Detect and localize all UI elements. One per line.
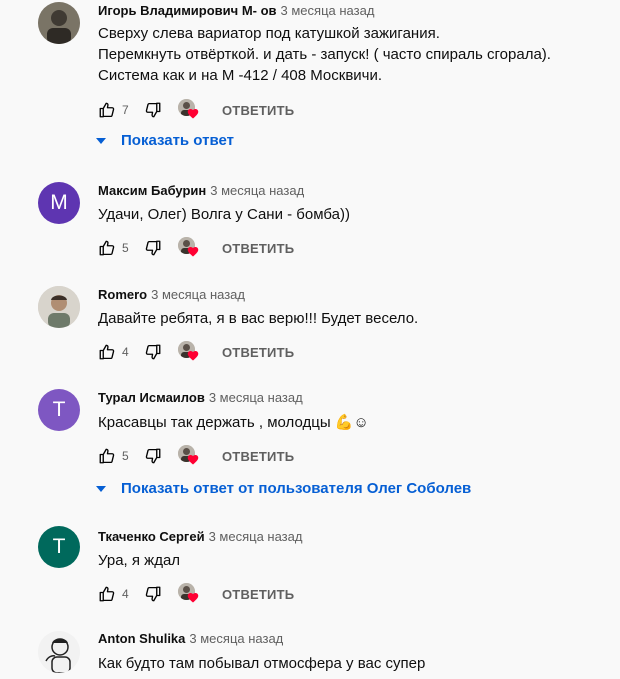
timestamp[interactable]: 3 месяца назад: [151, 287, 245, 302]
show-replies-button[interactable]: Показать ответ от пользователя Олег Собо…: [96, 480, 471, 497]
avatar-photo: [38, 286, 80, 328]
like-count: 5: [122, 241, 129, 255]
author-name[interactable]: Ткаченко Сергей: [98, 529, 205, 544]
comment-text: Красавцы так держать , молодцы 💪☺: [98, 412, 369, 433]
comment-line: Как будто там побывал отмосфера у вас су…: [98, 655, 426, 672]
thumb-up-icon[interactable]: [98, 239, 116, 257]
comment-header: Максим Бабурин 3 месяца назад: [98, 183, 304, 198]
like-count: 5: [122, 449, 129, 463]
comment-line: Ура, я ждал: [98, 552, 181, 569]
comment-actions: 5 ОТВЕТИТЬ: [98, 444, 294, 468]
author-name[interactable]: Игорь Владимирович М- ов: [98, 3, 277, 18]
like-count: 4: [122, 587, 129, 601]
comment-header: Игорь Владимирович М- ов 3 месяца назад: [98, 3, 374, 18]
timestamp[interactable]: 3 месяца назад: [189, 631, 283, 646]
comment-text: Ура, я ждал: [98, 550, 180, 571]
comment-header: Ткаченко Сергей 3 месяца назад: [98, 529, 302, 544]
comment-line: Удачи, Олег) Волга у Сани - бомба)): [98, 206, 350, 223]
timestamp[interactable]: 3 месяца назад: [281, 3, 375, 18]
avatar[interactable]: Т: [38, 526, 80, 568]
comment-line: Перемкнуть отвёрткой. и дать - запуск! (…: [98, 46, 551, 63]
comment-line: Красавцы так держать , молодцы 💪☺: [98, 414, 369, 431]
comment-text: Сверху слева вариатор под катушкой зажиг…: [98, 23, 551, 86]
comment-actions: 4 ОТВЕТИТЬ: [98, 582, 294, 606]
reply-button[interactable]: ОТВЕТИТЬ: [222, 103, 294, 118]
reply-button[interactable]: ОТВЕТИТЬ: [222, 345, 294, 360]
heart-icon: [187, 247, 199, 257]
creator-heart-icon: [178, 237, 200, 259]
show-replies-button[interactable]: Показать ответ: [96, 132, 234, 149]
author-name[interactable]: Romero: [98, 287, 147, 302]
comment-actions: 4 ОТВЕТИТЬ: [98, 340, 294, 364]
thumb-down-icon[interactable]: [144, 447, 162, 465]
comment-text: Как будто там побывал отмосфера у вас су…: [98, 653, 425, 674]
heart-icon: [187, 455, 199, 465]
comment-line: Давайте ребята, я в вас верю!!! Будет ве…: [98, 310, 419, 327]
comment-header: Турал Исмаилов 3 месяца назад: [98, 390, 303, 405]
thumb-up-icon[interactable]: [98, 101, 116, 119]
comment-line: Сверху слева вариатор под катушкой зажиг…: [98, 25, 440, 42]
heart-icon: [187, 109, 199, 119]
show-replies-label: Показать ответ: [121, 132, 234, 149]
reply-button[interactable]: ОТВЕТИТЬ: [222, 241, 294, 256]
comment-line: Система как и на М -412 / 408 Москвичи.: [98, 67, 383, 84]
avatar[interactable]: [38, 286, 80, 328]
like-count: 7: [122, 103, 129, 117]
reply-button[interactable]: ОТВЕТИТЬ: [222, 587, 294, 602]
creator-heart-icon: [178, 99, 200, 121]
avatar[interactable]: Т: [38, 389, 80, 431]
timestamp[interactable]: 3 месяца назад: [209, 390, 303, 405]
thumb-up-icon[interactable]: [98, 585, 116, 603]
author-name[interactable]: Максим Бабурин: [98, 183, 206, 198]
reply-button[interactable]: ОТВЕТИТЬ: [222, 449, 294, 464]
show-replies-label: Показать ответ от пользователя Олег Собо…: [121, 480, 472, 497]
comment-header: Romero 3 месяца назад: [98, 287, 245, 302]
like-count: 4: [122, 345, 129, 359]
thumb-up-icon[interactable]: [98, 447, 116, 465]
avatar-photo: [38, 631, 80, 673]
creator-heart-icon: [178, 341, 200, 363]
thumb-down-icon[interactable]: [144, 101, 162, 119]
triangle-down-icon: [96, 137, 106, 144]
creator-heart-icon: [178, 583, 200, 605]
comment-actions: 5 ОТВЕТИТЬ: [98, 236, 294, 260]
comment-text: Давайте ребята, я в вас верю!!! Будет ве…: [98, 308, 418, 329]
comment-text: Удачи, Олег) Волга у Сани - бомба)): [98, 204, 350, 225]
thumb-up-icon[interactable]: [98, 343, 116, 361]
author-name[interactable]: Anton Shulika: [98, 631, 185, 646]
thumb-down-icon[interactable]: [144, 585, 162, 603]
thumb-down-icon[interactable]: [144, 343, 162, 361]
triangle-down-icon: [96, 485, 106, 492]
avatar[interactable]: [38, 631, 80, 673]
avatar-letter: Т: [52, 535, 66, 558]
avatar-letter: Т: [52, 398, 66, 421]
timestamp[interactable]: 3 месяца назад: [210, 183, 304, 198]
comment-actions: 7 ОТВЕТИТЬ: [98, 98, 294, 122]
avatar-letter: М: [50, 191, 68, 214]
heart-icon: [187, 351, 199, 361]
thumb-down-icon[interactable]: [144, 239, 162, 257]
avatar[interactable]: М: [38, 182, 80, 224]
avatar-photo: [38, 2, 80, 44]
creator-heart-icon: [178, 445, 200, 467]
avatar[interactable]: [38, 2, 80, 44]
heart-icon: [187, 593, 199, 603]
comment-header: Anton Shulika 3 месяца назад: [98, 631, 283, 646]
timestamp[interactable]: 3 месяца назад: [209, 529, 303, 544]
author-name[interactable]: Турал Исмаилов: [98, 390, 205, 405]
